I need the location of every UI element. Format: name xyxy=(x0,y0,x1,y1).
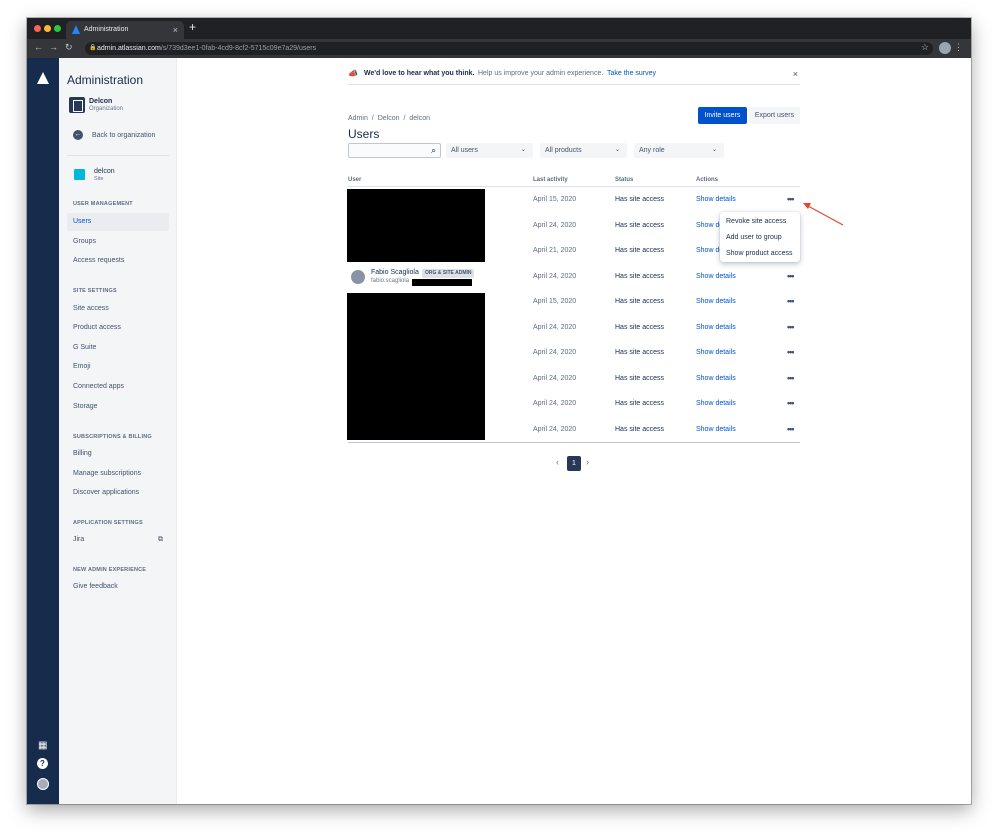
annotation-arrow-icon xyxy=(803,203,844,226)
